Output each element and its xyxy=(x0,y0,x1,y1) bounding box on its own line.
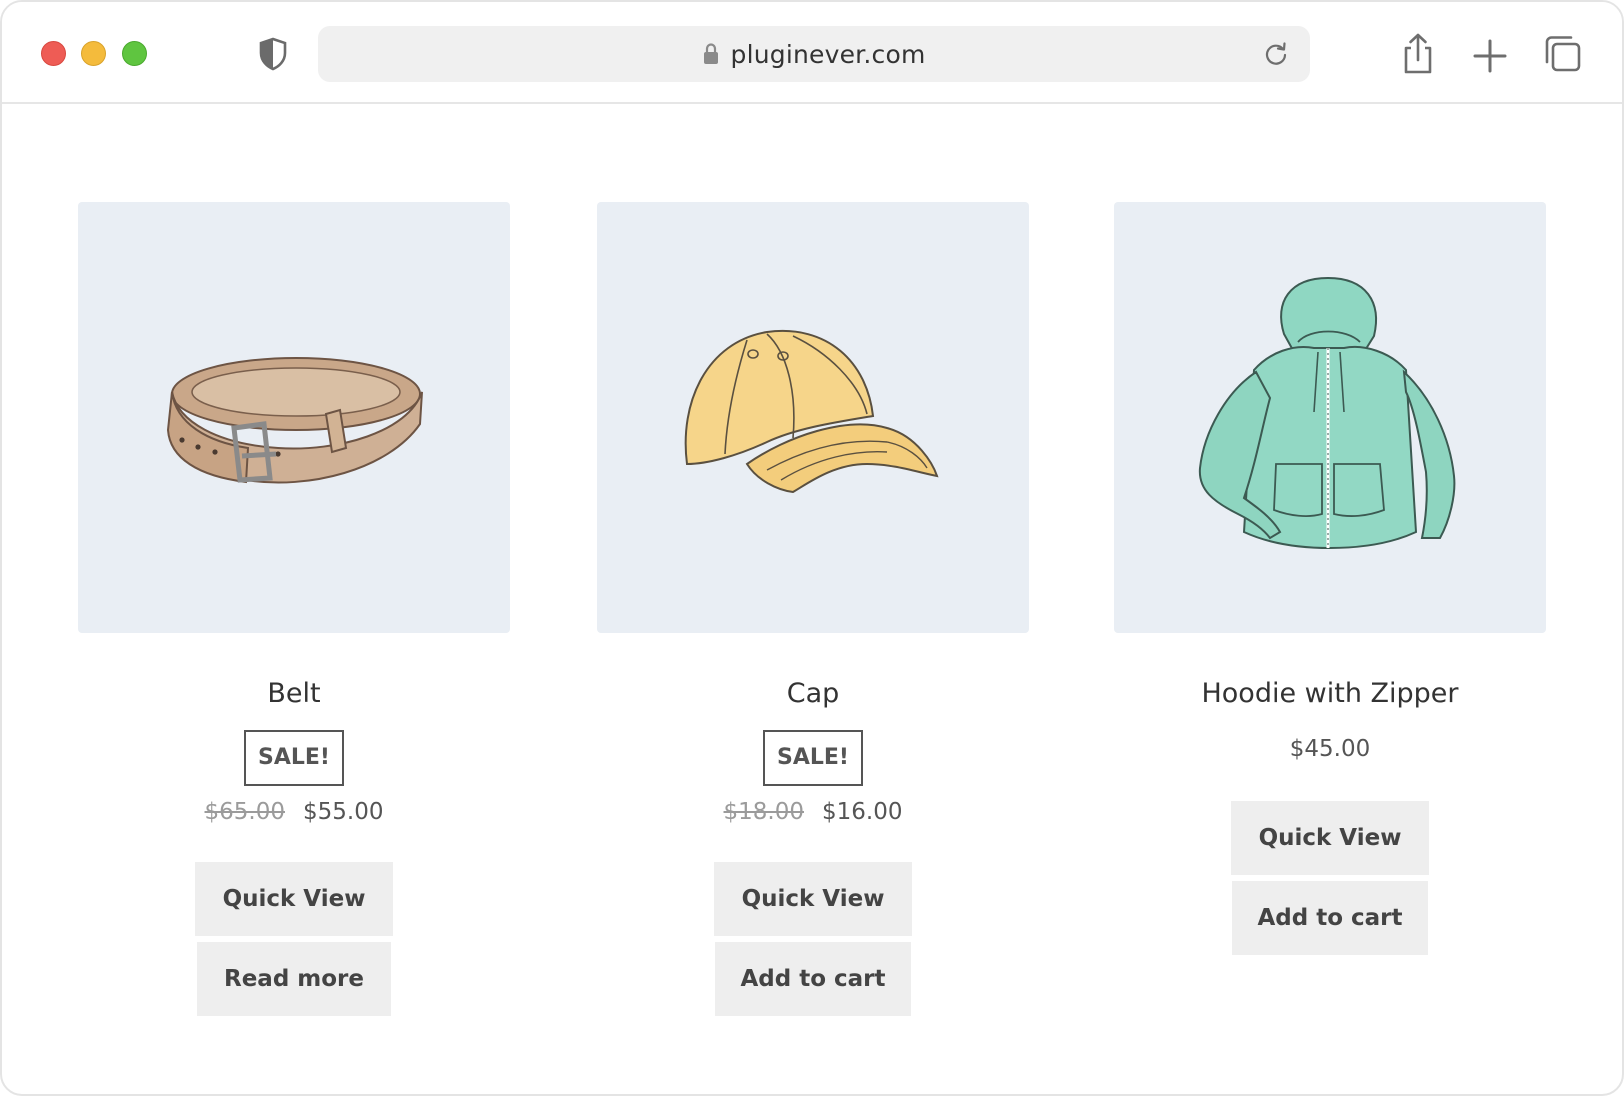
zoom-window-button[interactable] xyxy=(122,41,147,66)
sale-price: $55.00 xyxy=(303,799,384,825)
product-price: $45.00 xyxy=(1289,736,1371,762)
url-text: pluginever.com xyxy=(730,39,926,69)
product-price: $18.00 $16.00 xyxy=(597,796,1029,828)
read-more-button[interactable]: Read more xyxy=(197,942,391,1016)
address-bar[interactable]: pluginever.com xyxy=(318,26,1310,82)
product-grid: Belt SALE! $65.00 $55.00 Quick View Read … xyxy=(2,104,1622,1094)
belt-illustration xyxy=(166,357,423,484)
add-to-cart-button[interactable]: Add to cart xyxy=(715,942,911,1016)
shield-icon[interactable] xyxy=(258,37,288,71)
browser-window: pluginever.com Belt SALE! $65.00 $55.00 … xyxy=(0,0,1624,1096)
sale-badge: SALE! xyxy=(763,730,863,786)
product-price: $65.00 $55.00 xyxy=(78,796,510,828)
quick-view-button[interactable]: Quick View xyxy=(195,862,393,936)
sale-badge-wrap: SALE! xyxy=(597,730,1029,786)
close-window-button[interactable] xyxy=(41,41,66,66)
product-image-belt[interactable] xyxy=(78,202,510,633)
product-image-cap[interactable] xyxy=(597,202,1029,633)
product-title[interactable]: Belt xyxy=(78,675,510,713)
browser-toolbar: pluginever.com xyxy=(2,2,1622,104)
product-title[interactable]: Cap xyxy=(597,675,1029,713)
cap-illustration xyxy=(684,329,939,494)
tabs-icon[interactable] xyxy=(1542,32,1582,76)
share-icon[interactable] xyxy=(1398,32,1438,76)
address-bar-content: pluginever.com xyxy=(318,26,1310,82)
original-price: $65.00 xyxy=(204,799,285,825)
product-title[interactable]: Hoodie with Zipper xyxy=(1114,675,1546,713)
sale-badge-wrap: SALE! xyxy=(78,730,510,786)
hoodie-illustration xyxy=(1198,276,1456,550)
product-card-belt: Belt SALE! $65.00 $55.00 Quick View Read … xyxy=(78,202,510,1016)
add-to-cart-button[interactable]: Add to cart xyxy=(1232,881,1428,955)
sale-badge: SALE! xyxy=(244,730,344,786)
product-card-hoodie-with-zipper: Hoodie with Zipper $45.00 Quick View Add… xyxy=(1114,202,1546,955)
quick-view-button[interactable]: Quick View xyxy=(714,862,912,936)
product-image-hoodie[interactable] xyxy=(1114,202,1546,633)
plus-icon[interactable] xyxy=(1470,34,1510,78)
minimize-window-button[interactable] xyxy=(81,41,106,66)
quick-view-button[interactable]: Quick View xyxy=(1231,801,1429,875)
product-card-cap: Cap SALE! $18.00 $16.00 Quick View Add to… xyxy=(597,202,1029,1016)
original-price: $18.00 xyxy=(723,799,804,825)
lock-icon xyxy=(703,43,718,64)
sale-price: $16.00 xyxy=(822,799,903,825)
reload-icon[interactable] xyxy=(1262,40,1290,68)
